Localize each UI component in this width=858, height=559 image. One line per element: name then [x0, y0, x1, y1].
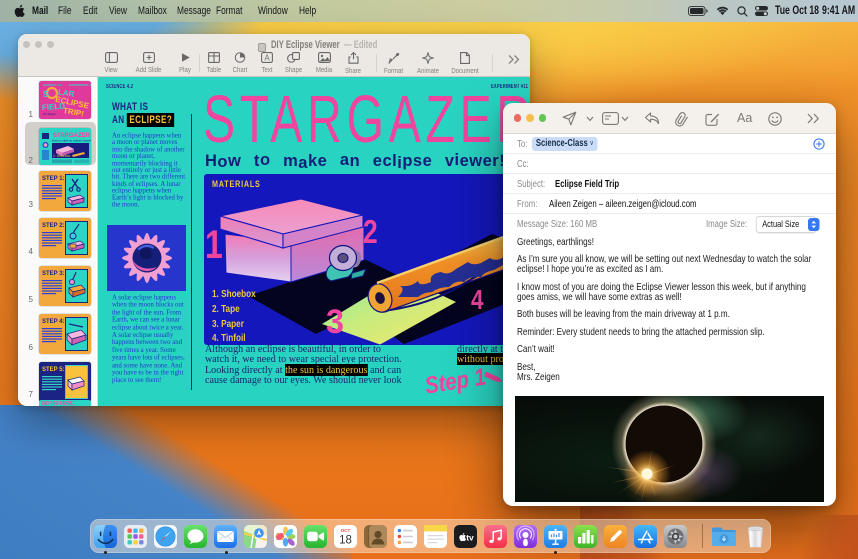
- svg-text:SCIENCE 4.2: SCIENCE 4.2: [43, 83, 62, 87]
- svg-text:STEP 3:: STEP 3:: [42, 271, 65, 277]
- svg-text:S: S: [42, 89, 49, 100]
- svg-text:1. Shoebox: 1. Shoebox: [53, 154, 70, 158]
- svg-text:Mrs Zeigen: Mrs Zeigen: [43, 112, 57, 116]
- svg-text:STEP 5:: STEP 5:: [42, 367, 65, 373]
- svg-text:OCT: OCT: [341, 528, 351, 533]
- svg-text:tv: tv: [466, 533, 474, 543]
- svg-text:FIELD: FIELD: [42, 102, 66, 113]
- svg-text:18: 18: [339, 535, 352, 547]
- svg-text:STEP 2:: STEP 2:: [42, 223, 65, 229]
- svg-text:STEP 1:: STEP 1:: [42, 176, 65, 182]
- svg-text:STEP 4:: STEP 4:: [42, 319, 65, 325]
- svg-text:EXPERIMENT #1: EXPERIMENT #1: [69, 83, 91, 87]
- svg-text:A: A: [264, 53, 270, 62]
- svg-text:How to make an eclipse viewer!: How to make an eclipse viewer!: [52, 139, 91, 143]
